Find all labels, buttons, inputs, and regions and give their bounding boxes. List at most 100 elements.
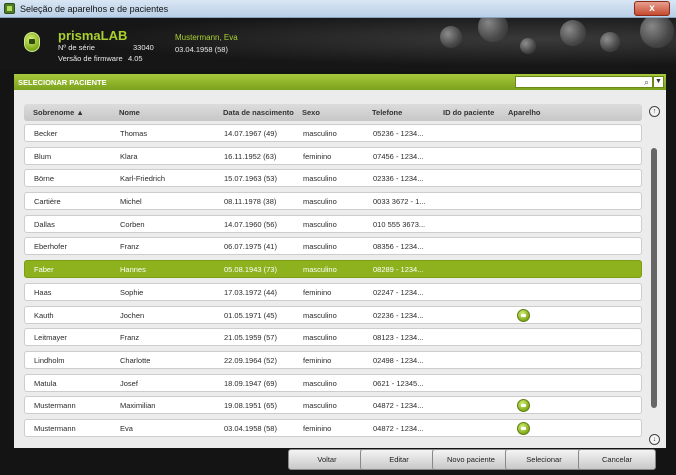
column-header-birth-date[interactable]: Data de nascimento: [223, 108, 300, 117]
table-row[interactable]: Lindholm Charlotte 22.09.1964 (52) feminino…: [24, 350, 642, 369]
column-header-patient-id[interactable]: ID do paciente: [443, 108, 494, 117]
table-row[interactable]: Haas Sophie 17.03.1972 (44) feminino 02247 -…: [24, 282, 642, 301]
scroll-up-icon[interactable]: ↑: [649, 106, 660, 117]
cell-birth-date: 16.11.1952 (63): [224, 151, 277, 161]
decor-bubble: [478, 18, 508, 42]
cell-phone: 02247 - 1234...: [373, 287, 424, 297]
patient-rows: Becker Thomas 14.07.1967 (49) masculino 0523…: [24, 124, 642, 442]
cell-first-name: Michel: [120, 197, 142, 207]
column-header-device[interactable]: Aparelho: [508, 108, 541, 117]
cell-sex: masculino: [303, 310, 337, 320]
device-assigned-icon: [517, 308, 530, 322]
cell-birth-date: 15.07.1963 (53): [224, 174, 277, 184]
serial-label: Nº de série: [58, 43, 95, 52]
table-row[interactable]: Eberhofer Franz 06.07.1975 (41) masculino 08…: [24, 237, 642, 256]
cell-first-name: Jochen: [120, 310, 145, 320]
cell-first-name: Maximilian: [120, 401, 156, 411]
cell-phone: 02498 - 1234...: [373, 355, 424, 365]
column-header-first-name[interactable]: Nome: [119, 108, 140, 117]
cell-sex: masculino: [303, 333, 337, 343]
cell-first-name: Karl-Friedrich: [120, 174, 166, 184]
current-patient-dob: 03.04.1958 (58): [175, 45, 228, 54]
cancel-button[interactable]: Cancelar: [578, 449, 656, 470]
cell-sex: masculino: [303, 265, 337, 275]
cell-last-name: Becker: [34, 129, 58, 138]
table-row[interactable]: Faber Hannes 05.08.1943 (73) masculino 08289…: [24, 260, 642, 279]
app-icon: [4, 3, 15, 14]
table-row[interactable]: Börne Karl-Friedrich 15.07.1963 (53) mascul…: [24, 169, 642, 188]
window-title: Seleção de aparelhos e de pacientes: [20, 4, 169, 14]
cell-birth-date: 18.09.1947 (69): [224, 378, 277, 388]
cell-phone: 04872 - 1234...: [373, 401, 424, 411]
cell-last-name: Faber: [34, 265, 54, 275]
column-header-last-name[interactable]: Sobrenome ▲: [33, 108, 84, 117]
new-patient-button[interactable]: Novo paciente: [432, 449, 510, 470]
cell-last-name: Matula: [34, 378, 57, 388]
device-assigned-icon: [517, 421, 530, 435]
table-row[interactable]: Mustermann Maximilian 19.08.1951 (65) mascu…: [24, 396, 642, 415]
cell-birth-date: 14.07.1967 (49): [224, 129, 277, 138]
table-row[interactable]: Becker Thomas 14.07.1967 (49) masculino 0523…: [24, 124, 642, 142]
cell-first-name: Hannes: [120, 265, 146, 275]
cell-first-name: Corben: [120, 219, 145, 229]
cell-sex: masculino: [303, 401, 337, 411]
back-button[interactable]: Voltar: [288, 449, 366, 470]
device-name: prismaLAB: [58, 28, 128, 43]
device-icon: [24, 32, 40, 52]
edit-button[interactable]: Editar: [360, 449, 438, 470]
cell-sex: feminino: [303, 355, 332, 365]
cell-last-name: Kauth: [34, 310, 54, 320]
cell-first-name: Eva: [120, 423, 133, 433]
cell-birth-date: 17.03.1972 (44): [224, 287, 277, 297]
cell-last-name: Blum: [34, 151, 52, 161]
cell-last-name: Cartière: [34, 197, 61, 207]
cell-first-name: Charlotte: [120, 355, 151, 365]
cell-birth-date: 22.09.1964 (52): [224, 355, 277, 365]
cell-last-name: Börne: [34, 174, 55, 184]
search-icon[interactable]: ⌕: [644, 77, 649, 88]
cell-first-name: Klara: [120, 151, 138, 161]
cell-last-name: Leitmayer: [34, 333, 67, 343]
select-button[interactable]: Selecionar: [505, 449, 583, 470]
cell-sex: masculino: [303, 219, 337, 229]
cell-birth-date: 06.07.1975 (41): [224, 242, 277, 252]
cell-last-name: Mustermann: [34, 423, 76, 433]
cell-first-name: Thomas: [120, 129, 148, 138]
table-row[interactable]: Mustermann Eva 03.04.1958 (58) feminino 0487…: [24, 418, 642, 437]
decor-bubble: [520, 38, 536, 54]
cell-phone: 08289 - 1234...: [373, 265, 424, 275]
column-header-phone[interactable]: Telefone: [372, 108, 402, 117]
table-row[interactable]: Cartière Michel 08.11.1978 (38) masculino 00…: [24, 192, 642, 211]
search-dropdown-button[interactable]: ▼: [653, 76, 664, 88]
device-header: prismaLAB Nº de série 33040 Versão de fi…: [0, 18, 676, 71]
cell-birth-date: 01.05.1971 (45): [224, 310, 277, 320]
scroll-down-icon[interactable]: ↓: [649, 434, 660, 445]
patient-list-panel: Sobrenome ▲ Nome Data de nascimento Sexo…: [14, 90, 666, 448]
close-button[interactable]: x: [634, 1, 670, 16]
cell-sex: feminino: [303, 287, 332, 297]
column-header-sex[interactable]: Sexo: [302, 108, 320, 117]
section-title: SELECIONAR PACIENTE: [18, 78, 107, 87]
table-row[interactable]: Kauth Jochen 01.05.1971 (45) masculino 02236…: [24, 305, 642, 324]
decor-bubble: [560, 20, 586, 46]
current-patient-name: Mustermann, Eva: [175, 33, 238, 42]
search-input[interactable]: ⌕: [515, 76, 653, 88]
decor-bubble: [440, 26, 462, 48]
cell-birth-date: 05.08.1943 (73): [224, 265, 277, 275]
table-row[interactable]: Leitmayer Franz 21.05.1959 (57) masculino 08…: [24, 328, 642, 347]
cell-sex: masculino: [303, 197, 337, 207]
cell-last-name: Dallas: [34, 219, 55, 229]
cell-phone: 04872 - 1234...: [373, 423, 424, 433]
cell-birth-date: 08.11.1978 (38): [224, 197, 277, 207]
table-row[interactable]: Matula Josef 18.09.1947 (69) masculino 0621 …: [24, 373, 642, 392]
scrollbar-thumb[interactable]: [651, 148, 657, 408]
firmware-value: 4.05: [128, 54, 143, 63]
device-assigned-icon: [517, 399, 530, 413]
cell-sex: masculino: [303, 129, 337, 138]
cell-sex: feminino: [303, 423, 332, 433]
table-row[interactable]: Blum Klara 16.11.1952 (63) feminino 07456 - …: [24, 146, 642, 165]
table-row[interactable]: Dallas Corben 14.07.1960 (56) masculino 010 …: [24, 214, 642, 233]
cell-birth-date: 21.05.1959 (57): [224, 333, 277, 343]
decor-bubble: [600, 32, 620, 52]
serial-value: 33040: [133, 43, 154, 52]
